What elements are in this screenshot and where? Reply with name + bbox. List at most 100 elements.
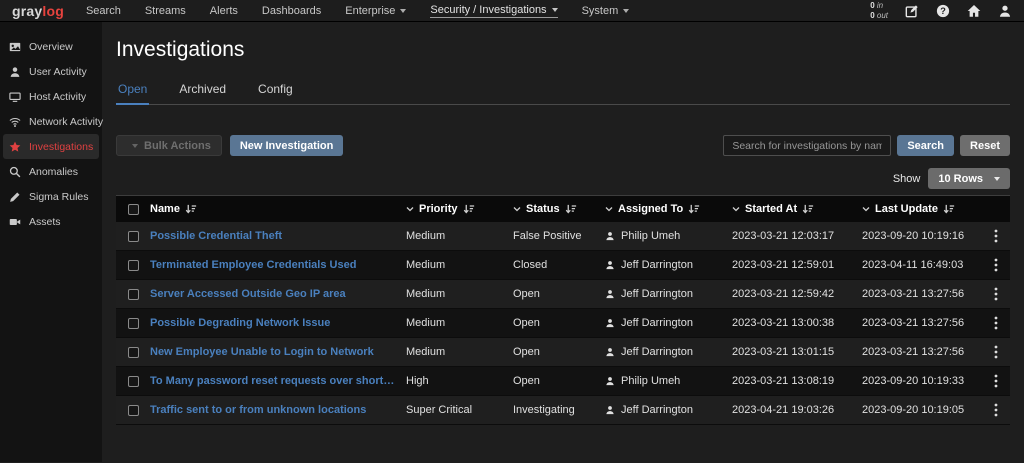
sort-icon[interactable] xyxy=(463,204,475,215)
investigation-link[interactable]: New Employee Unable to Login to Network xyxy=(150,346,406,358)
sidebar-item-label: Anomalies xyxy=(29,166,78,178)
sidebar-item-investigations[interactable]: Investigations xyxy=(3,134,99,159)
tab-config[interactable]: Config xyxy=(256,82,295,104)
row-menu-button[interactable] xyxy=(982,374,1010,388)
nav-item-dashboards[interactable]: Dashboards xyxy=(262,5,321,17)
started-at-cell: 2023-03-21 13:08:19 xyxy=(732,375,862,387)
row-checkbox[interactable] xyxy=(128,260,139,271)
monitor-icon xyxy=(9,91,21,103)
investigation-link[interactable]: Server Accessed Outside Geo IP area xyxy=(150,288,406,300)
bulk-actions-button[interactable]: Bulk Actions xyxy=(116,135,222,156)
nav-item-alerts[interactable]: Alerts xyxy=(210,5,238,17)
row-checkbox[interactable] xyxy=(128,318,139,329)
column-header-name[interactable]: Name xyxy=(150,203,406,215)
person-icon xyxy=(9,66,21,78)
assigned-name: Jeff Darrington xyxy=(621,259,693,271)
started-at-cell: 2023-04-21 19:03:26 xyxy=(732,404,862,416)
sort-icon[interactable] xyxy=(565,204,577,215)
user-menu-icon[interactable] xyxy=(998,4,1012,18)
edit-icon[interactable] xyxy=(905,4,919,18)
caret-down-icon xyxy=(552,8,558,12)
nav-item-system[interactable]: System xyxy=(582,5,630,17)
tab-open[interactable]: Open xyxy=(116,82,149,105)
filter-chevron-icon[interactable] xyxy=(605,205,613,213)
tab-archived[interactable]: Archived xyxy=(177,82,228,104)
investigation-link[interactable]: Traffic sent to or from unknown location… xyxy=(150,404,406,416)
filter-chevron-icon[interactable] xyxy=(513,205,521,213)
row-menu-button[interactable] xyxy=(982,316,1010,330)
help-icon[interactable]: ? xyxy=(936,4,950,18)
pencil-icon xyxy=(9,191,21,203)
nav-item-security-investigations[interactable]: Security / Investigations xyxy=(430,4,557,18)
filter-chevron-icon[interactable] xyxy=(862,205,870,213)
row-menu-button[interactable] xyxy=(982,287,1010,301)
row-menu-button[interactable] xyxy=(982,345,1010,359)
sort-icon[interactable] xyxy=(185,204,197,215)
investigations-table: Name Priority Status Assigned To xyxy=(116,195,1010,425)
sort-icon[interactable] xyxy=(688,204,700,215)
search-icon xyxy=(9,166,21,178)
sidebar-item-assets[interactable]: Assets xyxy=(3,209,99,234)
row-checkbox[interactable] xyxy=(128,289,139,300)
person-icon xyxy=(605,318,615,328)
column-header-last-update[interactable]: Last Update xyxy=(862,203,982,215)
sort-icon[interactable] xyxy=(802,204,814,215)
column-label: Assigned To xyxy=(618,203,683,215)
nav-item-search[interactable]: Search xyxy=(86,5,121,17)
investigation-link[interactable]: To Many password reset requests over sho… xyxy=(150,375,406,387)
sidebar-item-label: Investigations xyxy=(29,141,93,153)
assigned-cell: Philip Umeh xyxy=(605,375,732,387)
investigation-link[interactable]: Possible Credential Theft xyxy=(150,230,406,242)
column-header-started-at[interactable]: Started At xyxy=(732,203,862,215)
sidebar-item-sigma-rules[interactable]: Sigma Rules xyxy=(3,184,99,209)
filter-chevron-icon[interactable] xyxy=(732,205,740,213)
row-menu-button[interactable] xyxy=(982,229,1010,243)
investigations-tabs: Open Archived Config xyxy=(116,82,1010,105)
main-content: Investigations Open Archived Config Bulk… xyxy=(102,22,1024,462)
sort-icon[interactable] xyxy=(943,204,955,215)
nav-item-enterprise[interactable]: Enterprise xyxy=(345,5,406,17)
row-menu-button[interactable] xyxy=(982,403,1010,417)
new-investigation-button[interactable]: New Investigation xyxy=(230,135,344,156)
investigation-link[interactable]: Possible Degrading Network Issue xyxy=(150,317,406,329)
table-toolbar: Bulk Actions New Investigation Search Re… xyxy=(116,135,1010,156)
column-header-assigned-to[interactable]: Assigned To xyxy=(605,203,732,215)
row-checkbox[interactable] xyxy=(128,347,139,358)
search-input[interactable] xyxy=(723,135,891,156)
rows-per-page-label: 10 Rows xyxy=(938,173,983,185)
row-checkbox[interactable] xyxy=(128,376,139,387)
reset-button[interactable]: Reset xyxy=(960,135,1010,156)
column-header-status[interactable]: Status xyxy=(513,203,605,215)
row-checkbox[interactable] xyxy=(128,231,139,242)
select-all-checkbox[interactable] xyxy=(128,204,139,215)
filter-chevron-icon[interactable] xyxy=(406,205,414,213)
search-button[interactable]: Search xyxy=(897,135,954,156)
overview-icon xyxy=(9,41,21,53)
investigation-link[interactable]: Terminated Employee Credentials Used xyxy=(150,259,406,271)
table-row: New Employee Unable to Login to Network … xyxy=(116,338,1010,367)
kebab-icon xyxy=(994,345,998,359)
sidebar-item-anomalies[interactable]: Anomalies xyxy=(3,159,99,184)
kebab-icon xyxy=(994,287,998,301)
status-cell: Closed xyxy=(513,259,605,271)
row-checkbox[interactable] xyxy=(128,405,139,416)
rows-per-page-dropdown[interactable]: 10 Rows xyxy=(928,168,1010,189)
started-at-cell: 2023-03-21 13:00:38 xyxy=(732,317,862,329)
sidebar-item-overview[interactable]: Overview xyxy=(3,34,99,59)
top-navbar: graylog Search Streams Alerts Dashboards… xyxy=(0,0,1024,22)
nav-item-label: Security / Investigations xyxy=(430,4,546,16)
sidebar-item-host-activity[interactable]: Host Activity xyxy=(3,84,99,109)
column-header-priority[interactable]: Priority xyxy=(406,203,513,215)
last-update-cell: 2023-03-21 13:27:56 xyxy=(862,288,982,300)
table-row: Traffic sent to or from unknown location… xyxy=(116,396,1010,425)
home-icon[interactable] xyxy=(967,4,981,18)
sidebar-item-network-activity[interactable]: Network Activity xyxy=(3,109,99,134)
bulk-actions-label: Bulk Actions xyxy=(144,140,211,152)
person-icon xyxy=(605,231,615,241)
star-icon xyxy=(9,141,21,153)
sidebar-item-user-activity[interactable]: User Activity xyxy=(3,59,99,84)
row-menu-button[interactable] xyxy=(982,258,1010,272)
graylog-logo[interactable]: graylog xyxy=(12,3,64,19)
reset-label: Reset xyxy=(970,140,1000,152)
nav-item-streams[interactable]: Streams xyxy=(145,5,186,17)
